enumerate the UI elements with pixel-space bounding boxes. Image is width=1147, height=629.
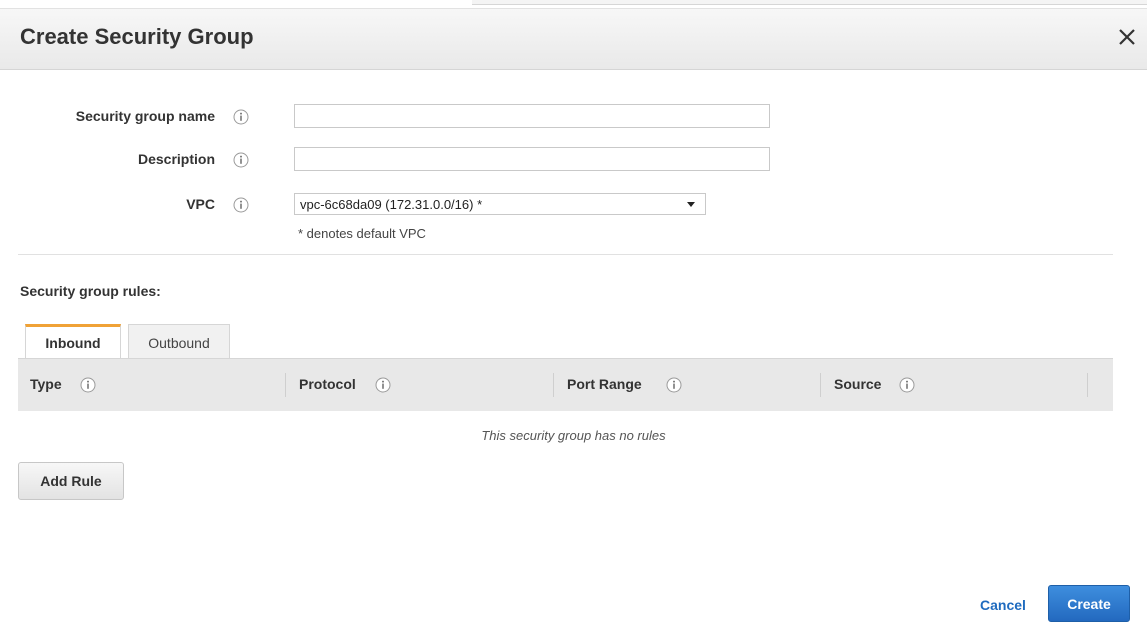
security-group-name-input[interactable] [294, 104, 770, 128]
column-separator[interactable] [285, 373, 286, 397]
column-separator[interactable] [553, 373, 554, 397]
top-strip [0, 0, 1147, 8]
column-protocol[interactable]: Protocol [299, 376, 356, 392]
description-input[interactable] [294, 147, 770, 171]
security-group-name-label: Security group name [75, 108, 215, 124]
security-group-name-row: Security group name [0, 104, 1147, 132]
rules-table-header: Type Protocol Port Range Source [18, 358, 1113, 411]
column-source[interactable]: Source [834, 376, 881, 392]
column-protocol-label: Protocol [299, 376, 356, 392]
column-port-range-label: Port Range [567, 376, 642, 392]
cancel-button[interactable]: Cancel [980, 597, 1026, 613]
background-edge [472, 0, 1147, 5]
description-row: Description [0, 147, 1147, 175]
dialog-title: Create Security Group [20, 24, 254, 49]
default-vpc-note: * denotes default VPC [298, 226, 426, 241]
column-separator[interactable] [820, 373, 821, 397]
info-icon[interactable] [233, 152, 249, 168]
column-separator[interactable] [1087, 373, 1088, 397]
vpc-select[interactable]: vpc-6c68da09 (172.31.0.0/16) * [294, 193, 706, 215]
info-icon[interactable] [899, 377, 915, 393]
column-source-label: Source [834, 376, 882, 392]
info-icon[interactable] [80, 377, 96, 393]
tab-inbound[interactable]: Inbound [25, 324, 121, 358]
vpc-row: VPC vpc-6c68da09 (172.31.0.0/16) * [0, 192, 1147, 220]
dialog-header: Create Security Group [0, 8, 1147, 70]
close-icon [1119, 29, 1135, 45]
column-type[interactable]: Type [30, 376, 62, 392]
rules-heading: Security group rules: [20, 283, 161, 299]
info-icon[interactable] [233, 109, 249, 125]
section-divider [18, 254, 1113, 255]
description-label: Description [137, 151, 215, 167]
vpc-label: VPC [186, 196, 215, 212]
create-button[interactable]: Create [1048, 585, 1130, 622]
add-rule-button[interactable]: Add Rule [18, 462, 124, 500]
info-icon[interactable] [233, 197, 249, 213]
vpc-select-value: vpc-6c68da09 (172.31.0.0/16) * [300, 197, 483, 212]
create-security-group-dialog: Create Security Group Security group nam… [0, 0, 1147, 629]
column-port-range[interactable]: Port Range [567, 376, 642, 392]
column-type-label: Type [30, 376, 62, 392]
close-button[interactable] [1115, 23, 1139, 49]
empty-rules-message: This security group has no rules [481, 428, 666, 443]
info-icon[interactable] [666, 377, 682, 393]
tab-outbound[interactable]: Outbound [128, 324, 230, 358]
chevron-down-icon [687, 202, 695, 207]
info-icon[interactable] [375, 377, 391, 393]
